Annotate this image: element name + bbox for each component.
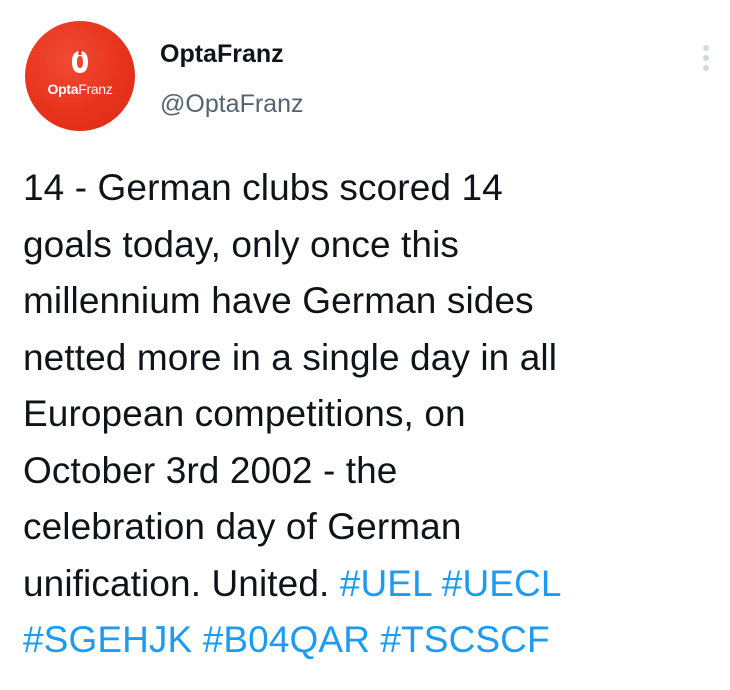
hashtag-link[interactable]: #B04QAR — [203, 619, 370, 660]
hashtag-link[interactable]: #SGEHJK — [23, 619, 192, 660]
display-name[interactable]: OptaFranz — [160, 40, 284, 69]
tweet-line: European competitions, on — [23, 393, 466, 434]
tweet-hashtag-line: #SGEHJK #B04QAR #TSCSCF — [23, 612, 723, 669]
tweet-line: celebration day of German — [23, 506, 462, 547]
hashtag-link[interactable]: #UECL — [442, 563, 562, 604]
user-handle[interactable]: @OptaFranz — [160, 90, 303, 119]
tweet-line: unification. United. — [23, 562, 330, 604]
avatar-sub: Franz — [78, 81, 113, 97]
tweet-line-with-hashtags: unification. United. #UEL #UECL — [23, 556, 723, 613]
tweet-card: OptaFranz OptaFranz @OptaFranz 14 - Germ… — [0, 0, 730, 690]
opta-logo-icon — [72, 49, 88, 73]
tweet-line: netted more in a single day in all — [23, 336, 558, 378]
more-vertical-icon — [703, 45, 709, 71]
hashtag-link[interactable]: #TSCSCF — [380, 619, 549, 660]
avatar[interactable]: OptaFranz — [25, 21, 135, 131]
more-options-button[interactable] — [694, 40, 718, 76]
hashtag-link[interactable]: #UEL — [340, 563, 432, 604]
tweet-text: 14 - German clubs scored 14 goals today,… — [23, 160, 723, 669]
tweet-line: goals today, only once this — [23, 223, 460, 265]
avatar-brand: Opta — [47, 81, 79, 97]
tweet-line: millennium have German sides — [23, 280, 534, 321]
tweet-line: October 3rd 2002 - the — [23, 449, 398, 491]
tweet-line: 14 - German clubs scored 14 — [23, 167, 503, 208]
avatar-label: OptaFranz — [48, 81, 113, 97]
